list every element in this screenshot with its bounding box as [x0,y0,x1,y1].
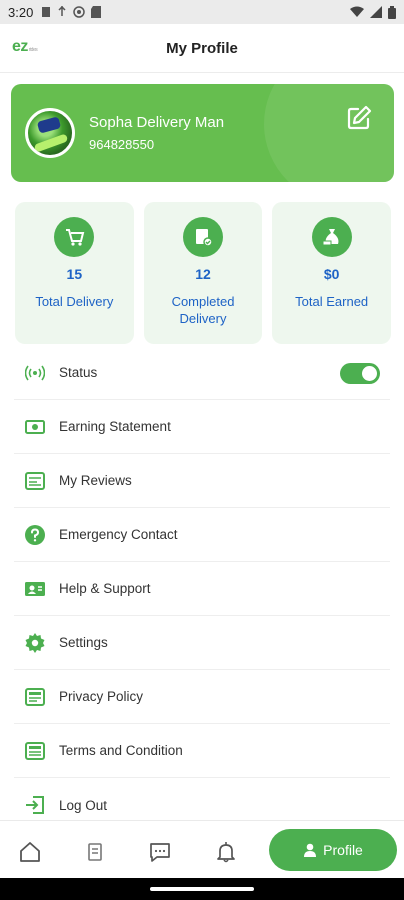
menu-item-label: Settings [59,635,108,650]
contact-card-icon [24,578,46,600]
terms-icon [24,740,46,762]
notification-icon [42,7,51,17]
menu-item-label: Emergency Contact [59,527,178,542]
nav-profile-label: Profile [323,842,363,858]
stat-value: 12 [195,266,211,282]
avatar [25,108,75,158]
stat-label: Completed Delivery [171,294,235,326]
stat-completed-delivery: 12 Completed Delivery [143,202,263,344]
edit-icon[interactable] [346,105,372,131]
menu-item-label: Earning Statement [59,419,171,434]
profile-phone: 964828550 [89,137,155,152]
stats-row: 15 Total Delivery 12 Completed Delivery … [15,202,392,344]
stat-label: Total Earned [295,294,369,309]
sd-card-icon [91,6,102,18]
nav-profile-button[interactable]: Profile [269,829,397,871]
status-bar: 3:20 [0,0,404,24]
menu-item-help-support[interactable]: Help & Support [14,562,390,616]
menu-item-earning-statement[interactable]: Earning Statement [14,400,390,454]
menu-item-label: Terms and Condition [59,743,183,758]
home-gesture-bar[interactable] [150,887,254,891]
logout-icon [24,794,46,816]
orders-icon[interactable] [84,841,106,863]
home-icon[interactable] [19,841,41,863]
stat-total-delivery: 15 Total Delivery [15,202,134,344]
menu-item-label: Status [59,365,98,380]
page-title: My Profile [166,39,238,57]
menu-item-my-reviews[interactable]: My Reviews [14,454,390,508]
menu-item-status[interactable]: Status [14,346,390,400]
cart-icon [54,217,95,257]
menu-item-label: Log Out [59,797,108,813]
settings-dot-icon [73,6,86,18]
profile-name: Sopha Delivery Man [89,114,225,131]
person-icon [304,843,317,857]
menu-item-label: Privacy Policy [59,689,144,704]
menu-item-emergency-contact[interactable]: Emergency Contact [14,508,390,562]
profile-card: Sopha Delivery Man 964828550 [11,84,394,182]
menu-item-settings[interactable]: Settings [14,616,390,670]
help-icon [24,524,46,546]
app-bar: ezrides My Profile [0,24,404,73]
menu-item-terms-condition[interactable]: Terms and Condition [14,724,390,778]
usb-icon [58,6,66,16]
menu-item-privacy-policy[interactable]: Privacy Policy [14,670,390,724]
system-nav-bar [0,878,404,900]
stat-value: 15 [66,266,83,282]
gear-icon [24,632,46,654]
profile-menu: Status Earning Statement My Reviews Emer… [14,346,390,832]
status-time: 3:20 [8,4,34,20]
broadcast-icon [24,362,46,384]
stat-value: $0 [323,266,340,282]
menu-item-label: Help & Support [59,581,151,596]
document-icon [24,686,46,708]
wifi-icon [350,6,364,17]
review-icon [24,470,46,492]
bottom-nav: Profile [0,820,404,878]
battery-icon [388,5,396,19]
menu-item-label: My Reviews [59,473,132,488]
app-logo: ezrides [12,38,38,55]
box-check-icon [183,217,223,257]
stat-total-earned: $0 Total Earned [272,202,392,344]
status-toggle[interactable] [340,363,380,384]
bell-icon[interactable] [215,841,237,863]
money-icon [24,416,46,438]
money-bag-icon [311,217,352,257]
chat-icon[interactable] [149,841,171,863]
signal-icon [370,6,382,18]
stat-label: Total Delivery [35,294,114,309]
